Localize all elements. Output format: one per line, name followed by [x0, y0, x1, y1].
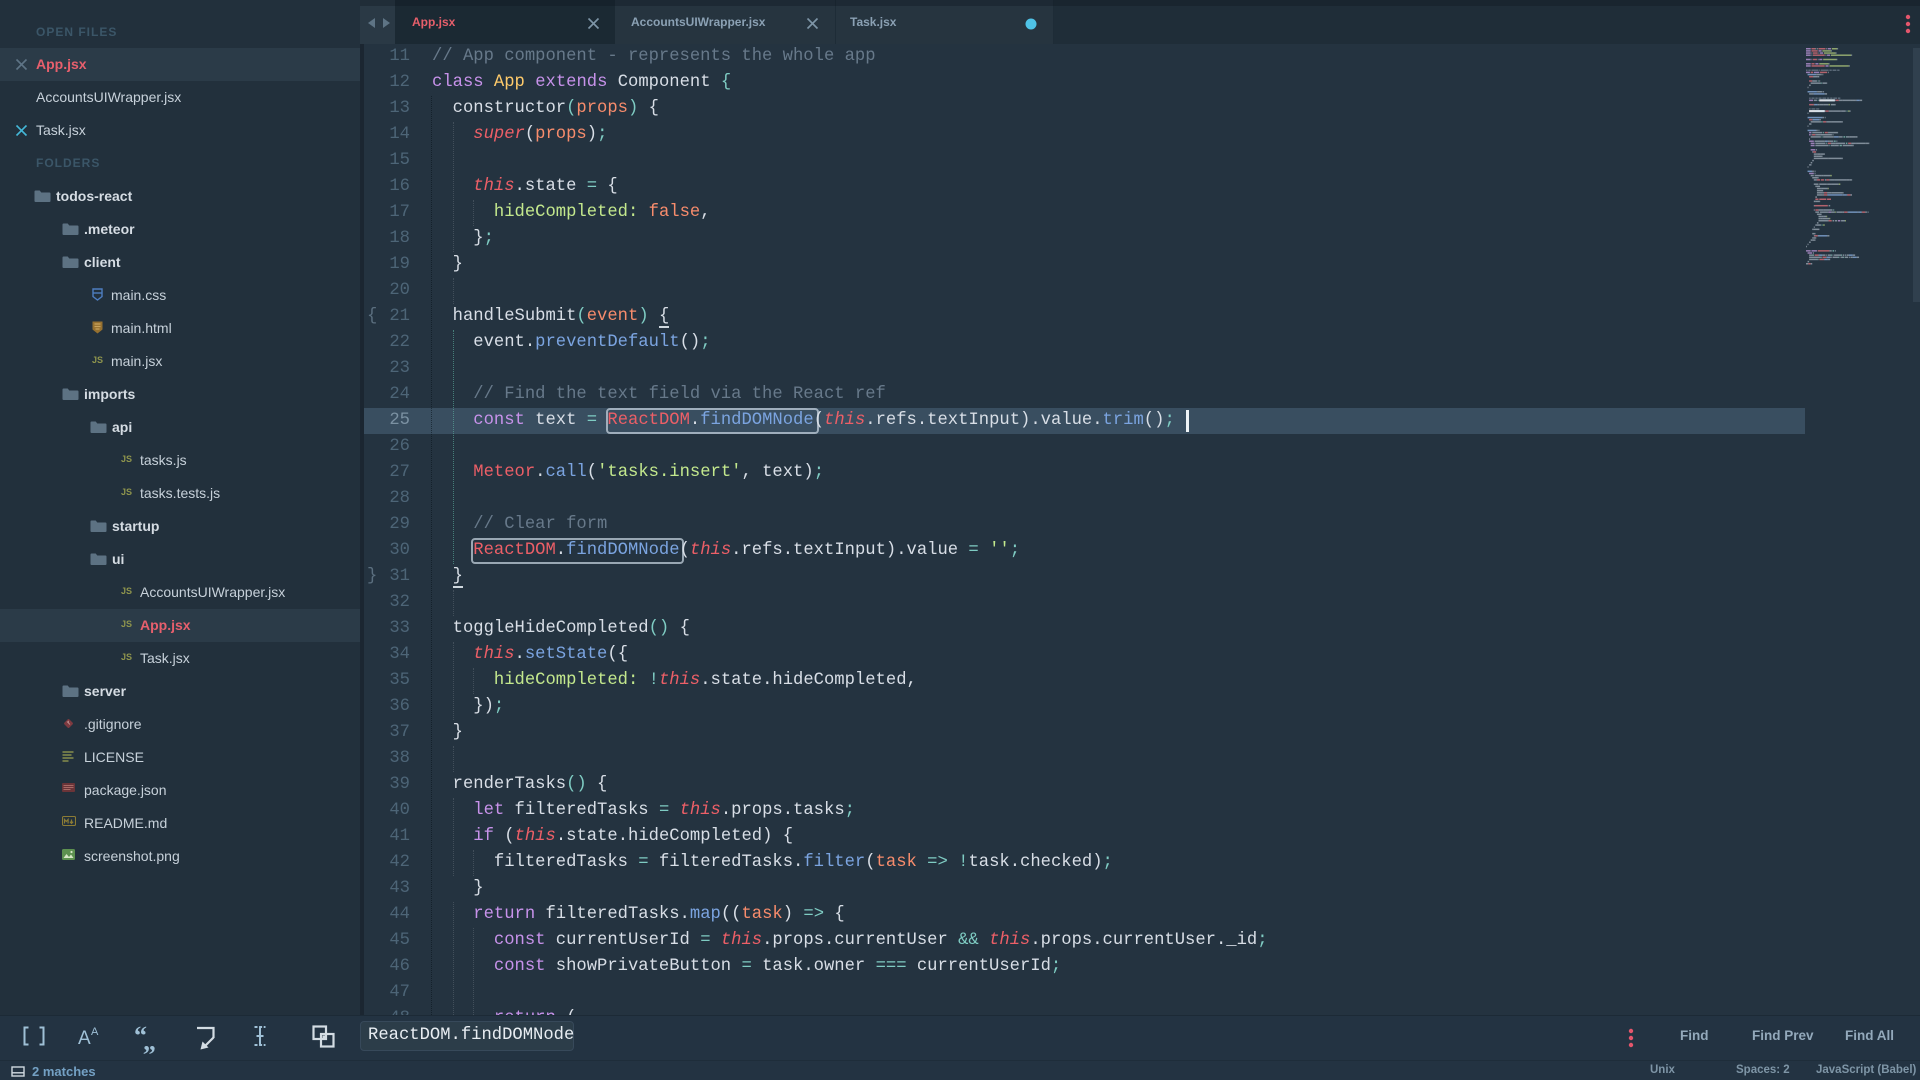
svg-text:„: „: [143, 1027, 155, 1056]
svg-text:A: A: [91, 1026, 99, 1038]
svg-text:A: A: [78, 1028, 91, 1049]
